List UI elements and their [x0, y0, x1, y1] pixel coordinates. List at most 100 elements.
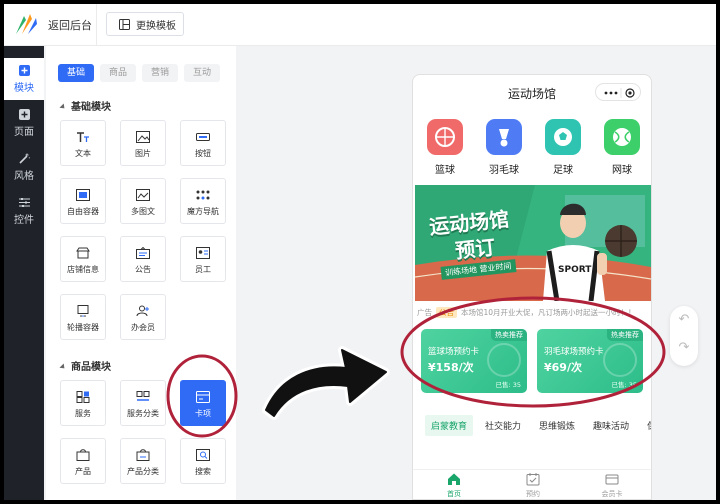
undo-icon[interactable]: ↶: [670, 306, 698, 334]
banner-title-2: 预订: [454, 234, 497, 264]
tile-label: 店铺信息: [67, 265, 99, 274]
tile-text[interactable]: 文本: [60, 120, 106, 166]
rail-item-controls[interactable]: 控件: [4, 190, 44, 232]
card-sold: 已售: 35: [495, 381, 521, 389]
tile-free-container[interactable]: 自由容器: [60, 178, 106, 224]
layout-icon: [119, 18, 130, 30]
category-basketball[interactable]: 篮球: [416, 119, 474, 176]
rail-item-modules[interactable]: 模块: [4, 58, 44, 100]
tab-member-card[interactable]: 会员卡: [587, 472, 637, 499]
rail-label: 模块: [14, 83, 34, 94]
badminton-icon: [486, 119, 522, 155]
football-icon: [545, 119, 581, 155]
redo-icon[interactable]: ↷: [670, 334, 698, 362]
rail-item-pages[interactable]: 页面: [4, 102, 44, 144]
tab-basic[interactable]: 基础: [58, 64, 94, 82]
rail-label: 页面: [14, 127, 34, 138]
tile-service[interactable]: 服务: [60, 380, 106, 426]
tile-product[interactable]: 产品: [60, 438, 106, 484]
tile-cube-nav[interactable]: 魔方导航: [180, 178, 226, 224]
component-panel: 基础 商品 营销 互动 基础模块 文本 图片 按钮 自由容器 多图文 魔方导航 …: [46, 46, 236, 500]
card-title: 羽毛球场预约卡: [544, 347, 604, 357]
category-tennis[interactable]: 网球: [593, 119, 651, 176]
more-icon: [604, 88, 635, 98]
chip-thinking[interactable]: 思维锻炼: [533, 415, 581, 436]
tab-booking[interactable]: 预约: [508, 472, 558, 499]
tile-service-category[interactable]: 服务分类: [120, 380, 166, 426]
section-title-goods: 商品模块: [60, 358, 111, 373]
store-icon: [76, 247, 90, 259]
notice-tag: 公告: [436, 307, 457, 318]
tab-marketing[interactable]: 营销: [142, 64, 178, 82]
tile-label: 轮播容器: [67, 323, 99, 332]
tile-search[interactable]: 搜索: [180, 438, 226, 484]
tile-label: 公告: [135, 265, 151, 274]
category-label: 篮球: [435, 165, 455, 176]
tile-label: 服务分类: [127, 409, 159, 418]
card-icon: [196, 391, 210, 403]
tab-label: 会员卡: [601, 490, 623, 498]
card-icon: [605, 474, 619, 485]
tile-label: 产品分类: [127, 467, 159, 476]
tab-home[interactable]: 首页: [429, 472, 479, 499]
category-football[interactable]: 足球: [534, 119, 592, 176]
chip-social[interactable]: 社交能力: [479, 415, 527, 436]
tile-store-info[interactable]: 店铺信息: [60, 236, 106, 282]
tile-card-item[interactable]: 卡项: [180, 380, 226, 426]
tab-label: 预约: [526, 490, 540, 498]
rail-item-style[interactable]: 风格: [4, 146, 44, 188]
tile-label: 图片: [135, 149, 151, 158]
phone-preview: 运动场馆 篮球 羽毛球 足球 网球 运动场馆 预订 训练场地 营业时间 SPOR…: [412, 74, 652, 500]
card-price: ¥158/次: [428, 361, 474, 374]
card-price: ¥69/次: [544, 361, 582, 374]
tennis-icon: [604, 119, 640, 155]
bag-icon: [76, 449, 90, 461]
back-to-admin-link[interactable]: 返回后台: [48, 17, 92, 33]
category-label: 羽毛球: [489, 165, 519, 176]
card-badge: 热卖推荐: [607, 329, 643, 341]
change-template-label: 更换模板: [136, 20, 176, 32]
notice-text: 本场馆10月开业大促，凡订场两小时起送一小时！！: [461, 308, 636, 317]
card-decoration: [603, 343, 637, 377]
home-icon: [448, 473, 460, 485]
grid-icon: [76, 391, 90, 403]
tile-label: 卡项: [195, 409, 211, 418]
category-badminton[interactable]: 羽毛球: [475, 119, 533, 176]
tile-multi-image-text[interactable]: 多图文: [120, 178, 166, 224]
category-label: 足球: [553, 165, 573, 176]
container-icon: [76, 189, 90, 201]
tile-button[interactable]: 按钮: [180, 120, 226, 166]
tile-carousel[interactable]: 轮播容器: [60, 294, 106, 340]
tile-membership[interactable]: 办会员: [120, 294, 166, 340]
tile-label: 按钮: [195, 149, 211, 158]
logo-icon: [16, 14, 37, 34]
tile-label: 服务: [75, 409, 91, 418]
announcement-icon: [136, 247, 150, 259]
card-sold: 已售: 35: [611, 381, 637, 389]
hero-banner[interactable]: 运动场馆 预订 训练场地 营业时间 SPORT: [415, 185, 651, 301]
chip-care[interactable]: 保养: [641, 415, 651, 436]
component-tabs: 基础 商品 营销 互动: [58, 64, 220, 82]
section-title-basic: 基础模块: [60, 98, 111, 113]
jersey-text: SPORT: [558, 265, 592, 275]
chip-enlightenment[interactable]: 启蒙教育: [425, 415, 474, 436]
tab-interaction[interactable]: 互动: [184, 64, 220, 82]
history-controls: ↶ ↷: [670, 306, 698, 366]
tab-goods[interactable]: 商品: [100, 64, 136, 82]
category-chips: 启蒙教育 社交能力 思维锻炼 趣味活动 保养: [425, 415, 651, 436]
tab-label: 首页: [447, 490, 461, 498]
top-bar: 返回后台 更换模板: [4, 4, 716, 46]
tile-image[interactable]: 图片: [120, 120, 166, 166]
chip-fun[interactable]: 趣味活动: [587, 415, 635, 436]
change-template-button[interactable]: 更换模板: [106, 12, 184, 36]
tile-staff[interactable]: 员工: [180, 236, 226, 282]
mini-program-capsule[interactable]: [595, 83, 641, 101]
card-item-badminton[interactable]: 热卖推荐 羽毛球场预约卡 ¥69/次 已售: 35: [537, 329, 643, 393]
card-item-basketball[interactable]: 热卖推荐 篮球场预约卡 ¥158/次 已售: 35: [421, 329, 527, 393]
app-window: 返回后台 更换模板 模块 页面 风格 控件 基础 商品 营销 互动 基础模块 文…: [4, 4, 716, 500]
tile-announcement[interactable]: 公告: [120, 236, 166, 282]
tile-label: 文本: [75, 149, 91, 158]
tile-product-category[interactable]: 产品分类: [120, 438, 166, 484]
text-icon: [77, 132, 89, 142]
notice-bar[interactable]: 广告 公告 本场馆10月开业大促，凡订场两小时起送一小时！！: [417, 307, 651, 321]
